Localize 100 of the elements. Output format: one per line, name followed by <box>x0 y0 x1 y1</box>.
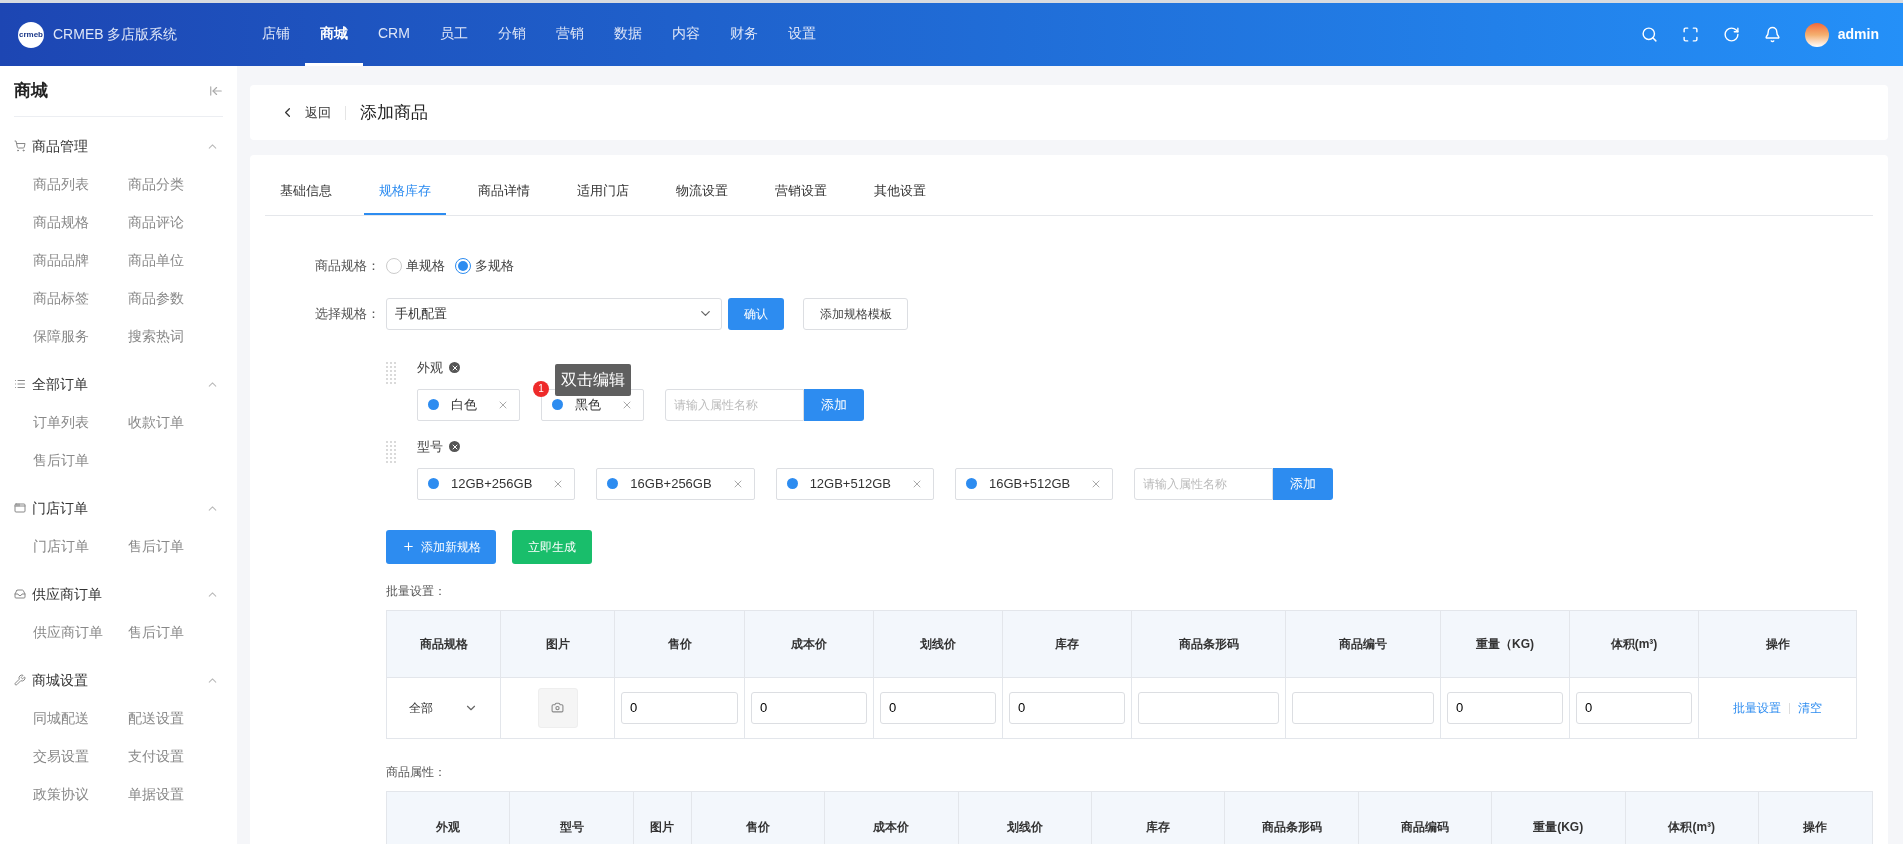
value-input[interactable] <box>1138 691 1279 724</box>
column-header: 划线价 <box>958 791 1092 844</box>
spec-select[interactable]: 手机配置 <box>386 297 722 330</box>
nav-tab[interactable]: 内容 <box>656 3 715 66</box>
column-header: 商品条形码 <box>1224 791 1359 844</box>
column-header: 成本价 <box>824 791 959 844</box>
chip-label: 12GB+256GB <box>451 474 534 493</box>
menu-group[interactable]: 商品管理 <box>14 127 223 165</box>
value-input[interactable]: 0 <box>1009 691 1125 724</box>
tab[interactable]: 其他设置 <box>859 169 941 215</box>
tab[interactable]: 规格库存 <box>364 169 446 215</box>
menu-item[interactable]: 商品分类 <box>128 173 184 195</box>
value-input[interactable] <box>1292 691 1434 724</box>
menu-item[interactable]: 收款订单 <box>128 411 184 433</box>
menu-item[interactable]: 商品评论 <box>128 211 184 233</box>
menu-item[interactable]: 单据设置 <box>128 783 184 805</box>
tab[interactable]: 营销设置 <box>760 169 842 215</box>
collapse-icon[interactable] <box>209 84 223 98</box>
add-template-button[interactable]: 添加规格模板 <box>803 297 908 330</box>
menu-group[interactable]: 门店订单 <box>14 489 223 527</box>
attribute-chip[interactable]: 12GB+512GB <box>775 467 934 500</box>
attribute-chip[interactable]: 白色 <box>417 388 520 421</box>
remove-icon[interactable] <box>449 362 460 373</box>
attribute-input[interactable]: 请输入属性名称 <box>665 388 804 421</box>
menu-item[interactable]: 支付设置 <box>128 745 184 767</box>
drag-handle-icon[interactable] <box>386 440 396 463</box>
attribute-chip[interactable]: 16GB+512GB <box>954 467 1114 500</box>
menu-item[interactable]: 商品单位 <box>128 249 184 271</box>
tab[interactable]: 商品详情 <box>463 169 545 215</box>
column-header: 外观 <box>386 791 510 844</box>
add-button[interactable]: 添加 <box>1273 467 1334 500</box>
menu-item[interactable]: 门店订单 <box>33 535 89 557</box>
menu-item[interactable]: 商品规格 <box>33 211 89 233</box>
notification-icon[interactable] <box>1763 26 1781 43</box>
radio-option[interactable]: 多规格 <box>455 256 514 276</box>
nav-tab[interactable]: 数据 <box>598 3 657 66</box>
add-button[interactable]: 添加 <box>804 388 864 421</box>
column-header: 型号 <box>509 791 634 844</box>
attribute-input[interactable]: 请输入属性名称 <box>1134 467 1274 500</box>
radio-option[interactable]: 单规格 <box>386 256 445 276</box>
menu-item[interactable]: 配送设置 <box>128 707 184 729</box>
value-input[interactable]: 0 <box>1576 691 1692 724</box>
menu-item[interactable]: 商品标签 <box>33 287 89 309</box>
fullscreen-icon[interactable] <box>1681 26 1699 43</box>
window-icon <box>14 502 26 514</box>
menu-item[interactable]: 售后订单 <box>128 621 184 643</box>
menu-item[interactable]: 搜索热词 <box>128 325 184 347</box>
menu-item[interactable]: 订单列表 <box>33 411 89 433</box>
menu-item[interactable]: 供应商订单 <box>33 621 103 643</box>
menu-item[interactable]: 售后订单 <box>128 535 184 557</box>
back-link[interactable]: 返回 <box>280 102 331 123</box>
menu-group[interactable]: 供应商订单 <box>14 575 223 613</box>
user-name[interactable]: admin <box>1837 24 1879 45</box>
menu-item[interactable]: 政策协议 <box>33 783 89 805</box>
confirm-button[interactable]: 确认 <box>728 297 784 330</box>
menu-item[interactable]: 同城配送 <box>33 707 89 729</box>
column-header: 商品编号 <box>1285 610 1441 677</box>
nav-tab[interactable]: 财务 <box>714 3 773 66</box>
nav-tab[interactable]: CRM <box>363 3 425 66</box>
value-input[interactable]: 0 <box>621 691 738 724</box>
menu-group[interactable]: 商城设置 <box>14 661 223 699</box>
tab[interactable]: 适用门店 <box>562 169 644 215</box>
remove-icon[interactable] <box>449 441 460 452</box>
attribute-chip[interactable]: 12GB+256GB <box>417 467 576 500</box>
spec-name: 外观 <box>417 358 443 377</box>
value-input[interactable]: 0 <box>1447 691 1563 724</box>
column-header: 商品规格 <box>386 610 501 677</box>
tab[interactable]: 基础信息 <box>265 169 347 215</box>
menu-item[interactable]: 商品品牌 <box>33 249 89 271</box>
tab[interactable]: 物流设置 <box>661 169 743 215</box>
wrench-icon <box>14 674 26 686</box>
nav-tab[interactable]: 商城 <box>305 3 363 66</box>
drag-handle-icon[interactable] <box>386 361 396 384</box>
menu-item[interactable]: 商品参数 <box>128 287 184 309</box>
menu-item[interactable]: 商品列表 <box>33 173 89 195</box>
nav-tab[interactable]: 分销 <box>482 3 541 66</box>
search-icon[interactable] <box>1640 26 1658 43</box>
value-input[interactable]: 0 <box>880 691 996 724</box>
nav-tab[interactable]: 员工 <box>424 3 483 66</box>
action-link[interactable]: 批量设置 <box>1733 700 1781 715</box>
menu-item[interactable]: 交易设置 <box>33 745 89 767</box>
menu-item[interactable]: 保障服务 <box>33 325 89 347</box>
chip-label: 16GB+512GB <box>988 474 1072 493</box>
menu-group[interactable]: 全部订单 <box>14 365 223 403</box>
image-upload[interactable] <box>537 687 578 728</box>
column-header: 重量(KG) <box>1491 791 1625 844</box>
nav-tab[interactable]: 店铺 <box>247 3 305 66</box>
attribute-chip[interactable]: 16GB+256GB <box>596 467 755 500</box>
action-link[interactable]: 清空 <box>1798 700 1822 715</box>
section-title: 批量设置： <box>386 582 447 600</box>
page-title: 添加商品 <box>360 101 428 124</box>
menu-item[interactable]: 售后订单 <box>33 449 89 471</box>
nav-tab[interactable]: 营销 <box>540 3 599 66</box>
column-header: 售价 <box>691 791 825 844</box>
nav-tab[interactable]: 设置 <box>772 3 831 66</box>
value-input[interactable]: 0 <box>751 691 867 724</box>
avatar[interactable] <box>1804 22 1829 47</box>
refresh-icon[interactable] <box>1722 26 1740 43</box>
add-spec-button[interactable]: 添加新规格 <box>386 529 496 564</box>
column-header: 售价 <box>614 610 745 677</box>
